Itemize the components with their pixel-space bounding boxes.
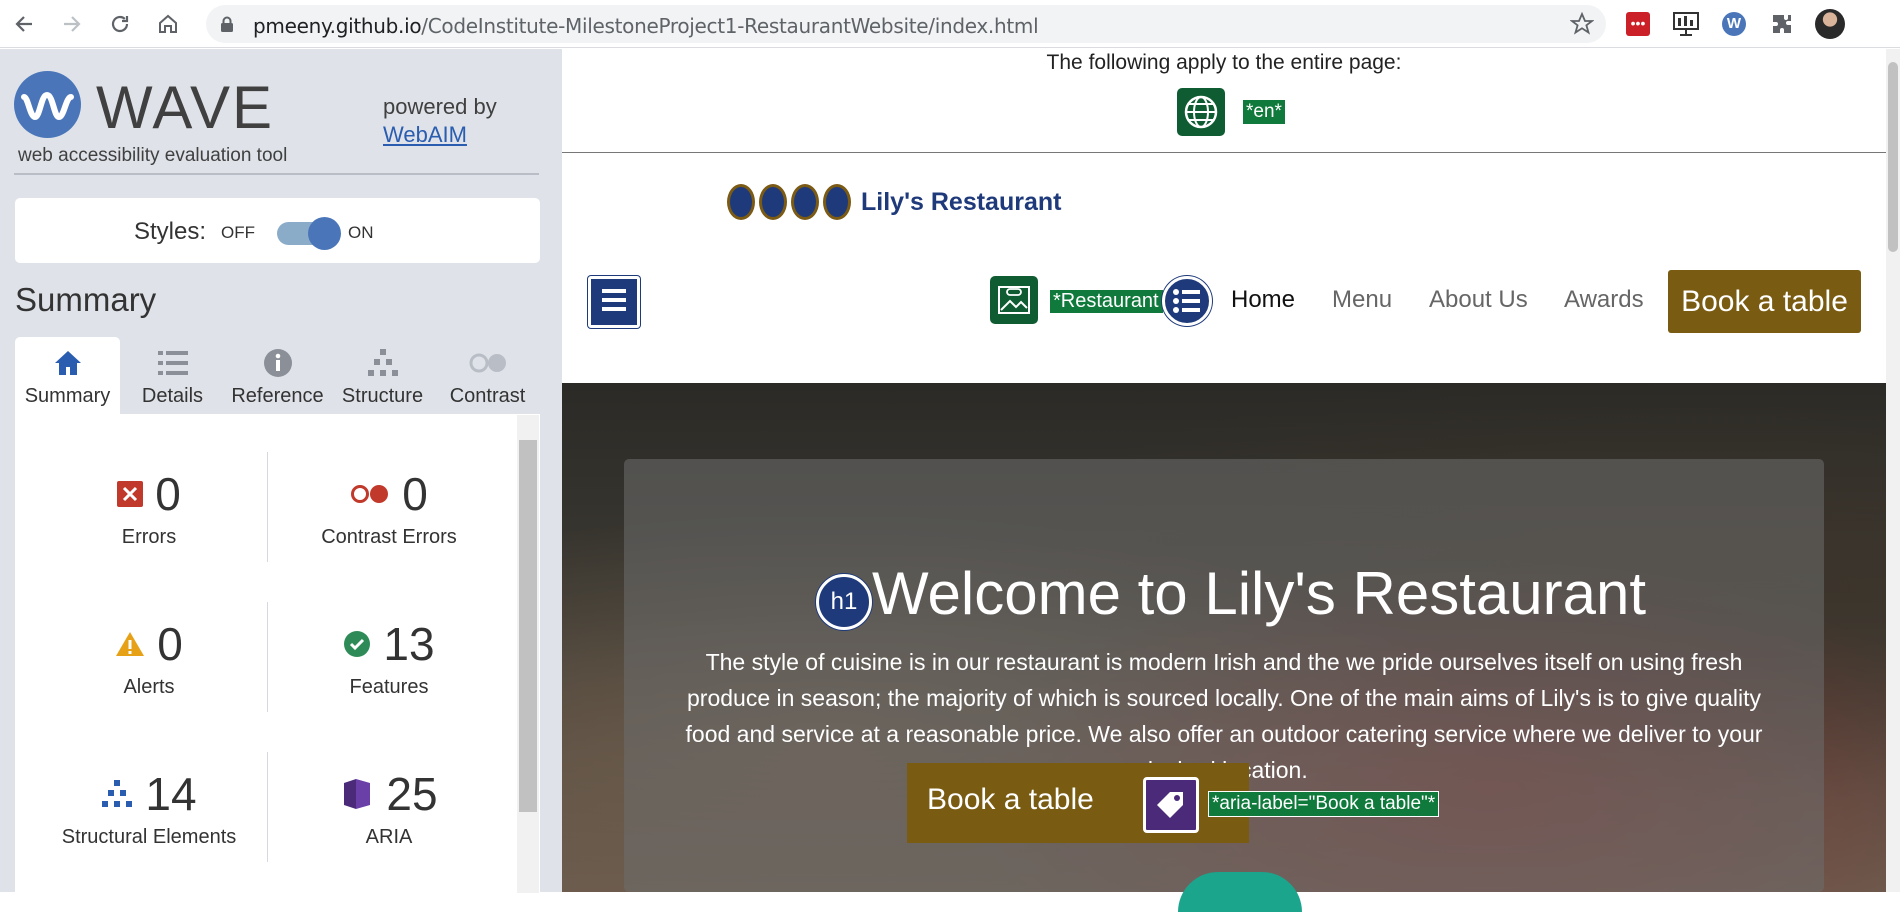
nav-home[interactable]: Home xyxy=(1231,286,1295,314)
book-table-button[interactable]: Book a table xyxy=(1668,270,1861,333)
h1-heading-icon[interactable]: h1 xyxy=(816,574,872,630)
forward-arrow-icon xyxy=(64,16,81,32)
structure-icon xyxy=(102,780,133,807)
contrast-icon xyxy=(469,353,506,373)
language-globe-icon[interactable] xyxy=(1177,88,1225,136)
browser-toolbar: pmeeny.github.io/CodeInstitute-Milestone… xyxy=(0,0,1900,48)
alt-text-tag: *Restaurant xyxy=(1049,289,1164,314)
stat-alerts[interactable]: 0 Alerts xyxy=(29,616,269,699)
tab-reference[interactable]: Reference xyxy=(225,337,330,414)
header-element-icon[interactable] xyxy=(588,276,640,328)
divider xyxy=(14,173,539,175)
extension-monitor-icon[interactable] xyxy=(1670,8,1702,40)
stat-errors[interactable]: 0 Errors xyxy=(29,466,269,549)
wave-tabs: Summary Details Reference Structure Cont… xyxy=(15,337,540,414)
summary-heading: Summary xyxy=(15,281,157,318)
home-button[interactable] xyxy=(152,8,184,40)
tab-details[interactable]: Details xyxy=(120,337,225,414)
page-level-annotations: The following apply to the entire page: … xyxy=(562,49,1886,153)
code-element-icon[interactable] xyxy=(1178,872,1302,912)
wave-logo-text: WAVE xyxy=(96,74,275,141)
back-button[interactable] xyxy=(8,8,40,40)
address-bar[interactable]: pmeeny.github.io/CodeInstitute-Milestone… xyxy=(206,5,1606,43)
aria-label-icon[interactable] xyxy=(1143,777,1199,833)
entire-page-note: The following apply to the entire page: xyxy=(1046,51,1402,74)
reload-button[interactable] xyxy=(104,8,136,40)
brand-name: Lily's Restaurant xyxy=(861,187,1062,216)
back-arrow-icon xyxy=(15,16,32,32)
error-icon xyxy=(117,481,144,507)
summary-panel: 0 Errors 0 Contrast Errors 0 Alerts 13 F… xyxy=(15,414,540,892)
forward-button[interactable] xyxy=(56,8,88,40)
home-icon xyxy=(159,14,177,33)
sidebar-scrollbar-thumb[interactable] xyxy=(519,440,537,812)
aria-icon xyxy=(344,779,371,809)
toggle-on-label: ON xyxy=(348,223,374,242)
linked-image-icon[interactable] xyxy=(990,276,1038,324)
tab-summary[interactable]: Summary xyxy=(15,337,120,414)
nav-about-us[interactable]: About Us xyxy=(1429,286,1528,314)
wave-subtitle: web accessibility evaluation tool xyxy=(18,145,288,166)
wave-logo-icon xyxy=(14,71,81,138)
alert-icon xyxy=(116,632,145,656)
url-text: pmeeny.github.io/CodeInstitute-Milestone… xyxy=(253,14,1039,38)
wave-sidebar: WAVE web accessibility evaluation tool p… xyxy=(0,49,562,893)
stat-contrast-errors[interactable]: 0 Contrast Errors xyxy=(269,466,509,549)
brand-logo[interactable]: Lily's Restaurant xyxy=(727,184,1061,220)
styles-label: Styles: xyxy=(134,218,207,245)
bookmark-star-icon[interactable] xyxy=(1570,12,1594,36)
stat-aria[interactable]: 25 ARIA xyxy=(269,766,509,849)
language-tag: *en* xyxy=(1242,99,1286,125)
page-scrollbar-thumb[interactable] xyxy=(1888,62,1898,252)
lock-icon xyxy=(221,16,233,32)
styles-toggle-panel: Styles: OFF ON xyxy=(15,198,540,263)
reload-icon xyxy=(111,15,129,33)
stat-features[interactable]: 13 Features xyxy=(269,616,509,699)
logo-mark xyxy=(823,184,851,220)
stat-structural-elements[interactable]: 14 Structural Elements xyxy=(29,766,269,849)
hierarchy-icon xyxy=(367,349,398,376)
profile-avatar[interactable] xyxy=(1814,8,1846,40)
list-icon xyxy=(157,351,188,375)
aria-label-tag: *aria-label="Book a table"* xyxy=(1208,791,1440,817)
toggle-off-label: OFF xyxy=(221,223,255,242)
nav-awards[interactable]: Awards xyxy=(1564,286,1644,314)
feature-check-icon xyxy=(344,631,371,657)
contrast-error-icon xyxy=(351,485,389,503)
styles-toggle-knob[interactable] xyxy=(308,217,341,250)
extension-wave-icon[interactable]: W xyxy=(1718,8,1750,40)
tab-contrast[interactable]: Contrast xyxy=(435,337,540,414)
unordered-list-icon[interactable] xyxy=(1162,276,1212,326)
tab-structure[interactable]: Structure xyxy=(330,337,435,414)
webaim-link[interactable]: WebAIM xyxy=(383,122,467,147)
powered-by: powered by WebAIM xyxy=(383,94,497,147)
info-icon xyxy=(263,349,292,377)
extensions-puzzle-icon[interactable] xyxy=(1766,8,1798,40)
extension-lastpass-icon[interactable]: ••• xyxy=(1622,8,1654,40)
page-title: Welcome to Lily's Restaurant xyxy=(872,560,1646,627)
home-icon xyxy=(54,351,81,375)
nav-menu[interactable]: Menu xyxy=(1332,286,1392,314)
logo-mark xyxy=(759,184,787,220)
logo-mark xyxy=(727,184,755,220)
logo-mark xyxy=(791,184,819,220)
